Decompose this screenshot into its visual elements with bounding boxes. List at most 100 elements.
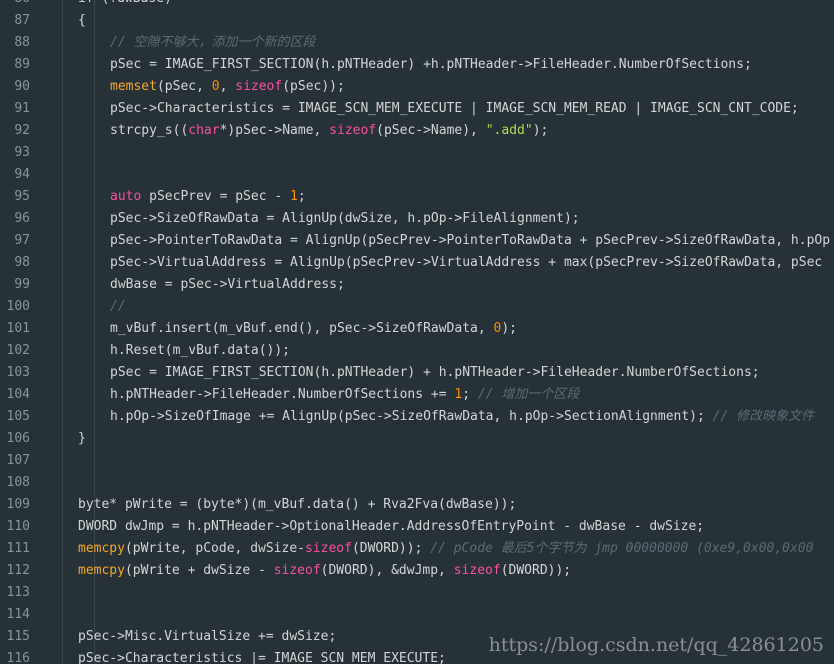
code-line[interactable]: memset(pSec, 0, sizeof(pSec));	[110, 76, 345, 98]
code-line[interactable]: memcpy(pWrite, pCode, dwSize-sizeof(DWOR…	[78, 538, 813, 560]
line-number: 98	[14, 255, 30, 270]
code-line[interactable]: dwBase = pSec->VirtualAddress;	[110, 274, 345, 296]
indent-guide	[62, 0, 63, 664]
code-token-plain: pSec->VirtualAddress = AlignUp(pSecPrev-…	[110, 255, 823, 270]
code-token-func: memset	[110, 79, 157, 94]
code-token-plain: (DWORD));	[500, 563, 572, 578]
code-line[interactable]: pSec = IMAGE_FIRST_SECTION(h.pNTHeader) …	[110, 362, 760, 384]
code-token-plain: (DWORD));	[351, 541, 431, 556]
line-number: 89	[14, 57, 30, 72]
code-token-func: memcpy	[78, 541, 125, 556]
code-token-plain: byte* pWrite = (byte*)(m_vBuf.data() + R…	[78, 497, 517, 512]
code-token-plain: pSec->Characteristics = IMAGE_SCN_MEM_EX…	[110, 101, 799, 116]
line-number: 99	[14, 277, 30, 292]
line-number: 97	[14, 233, 30, 248]
code-token-plain: pSec = IMAGE_FIRST_SECTION(h.pNTHeader) …	[110, 365, 760, 380]
code-token-plain: pSec->Characteristics |= IMAGE_SCN_MEM_E…	[78, 651, 446, 664]
code-line[interactable]: pSec->Characteristics = IMAGE_SCN_MEM_EX…	[110, 98, 799, 120]
code-token-number: 1	[290, 189, 298, 204]
code-token-plain: h.pOp->SizeOfImage += AlignUp(pSec->Size…	[110, 409, 713, 424]
code-token-plain: pSec = IMAGE_FIRST_SECTION(h.pNTHeader) …	[110, 57, 752, 72]
code-line[interactable]: pSec->PointerToRawData = AlignUp(pSecPre…	[110, 230, 830, 252]
code-line[interactable]: //	[110, 296, 126, 318]
code-token-keyword: sizeof	[304, 541, 352, 556]
code-token-plain: pSec->Misc.VirtualSize += dwSize;	[78, 629, 337, 644]
code-line[interactable]: if (!dwBase)	[78, 0, 172, 10]
watermark: https://blog.csdn.net/qq_42861205	[488, 634, 824, 656]
line-number: 91	[14, 101, 30, 116]
line-number: 93	[14, 145, 30, 160]
line-number: 106	[6, 431, 30, 446]
code-token-plain: m_vBuf.insert(m_vBuf.end(), pSec->SizeOf…	[110, 321, 494, 336]
line-number: 113	[6, 585, 30, 600]
code-token-plain: (pWrite, pCode, dwSize-	[124, 541, 305, 556]
code-line[interactable]: // 空隙不够大，添加一个新的区段	[110, 32, 315, 54]
code-line[interactable]: pSec->VirtualAddress = AlignUp(pSecPrev-…	[110, 252, 822, 274]
code-token-func: memcpy	[78, 563, 125, 578]
code-token-plain: ,	[219, 79, 236, 94]
code-line[interactable]: pSec->SizeOfRawData = AlignUp(dwSize, h.…	[110, 208, 580, 230]
line-number: 111	[6, 541, 30, 556]
code-line[interactable]: }	[78, 428, 86, 450]
line-number: 103	[6, 365, 30, 380]
code-line[interactable]: byte* pWrite = (byte*)(m_vBuf.data() + R…	[78, 494, 516, 516]
code-token-comment: //	[110, 299, 126, 314]
code-token-keyword: auto	[110, 189, 142, 204]
line-number: 100	[6, 299, 30, 314]
code-line[interactable]: memcpy(pWrite + dwSize - sizeof(DWORD), …	[78, 560, 571, 582]
line-number: 96	[14, 211, 30, 226]
code-token-plain: ;	[297, 189, 306, 204]
code-token-comment: // 修改映象文件	[712, 409, 815, 424]
code-token-plain: h.Reset(m_vBuf.data());	[110, 343, 291, 358]
code-token-plain: h.pNTHeader->FileHeader.NumberOfSections…	[110, 387, 455, 402]
code-token-plain: pSec->PointerToRawData = AlignUp(pSecPre…	[110, 233, 831, 248]
code-token-plain: );	[501, 321, 517, 336]
line-number: 94	[14, 167, 30, 182]
code-line[interactable]: pSec->Misc.VirtualSize += dwSize;	[78, 626, 336, 648]
code-line[interactable]: {	[78, 10, 86, 32]
code-token-plain: dwBase = pSec->VirtualAddress;	[110, 277, 345, 292]
line-number: 95	[14, 189, 30, 204]
line-number: 90	[14, 79, 30, 94]
line-number: 87	[14, 13, 30, 28]
code-token-keyword: char	[188, 123, 220, 138]
code-token-plain: {	[78, 13, 86, 28]
line-number: 115	[6, 629, 30, 644]
code-line[interactable]: h.pNTHeader->FileHeader.NumberOfSections…	[110, 384, 579, 406]
code-token-plain: }	[78, 431, 86, 446]
code-token-plain: );	[532, 123, 549, 138]
code-token-plain: strcpy_s((	[110, 123, 189, 138]
code-line[interactable]: m_vBuf.insert(m_vBuf.end(), pSec->SizeOf…	[110, 318, 517, 340]
code-token-keyword: sizeof	[329, 123, 377, 138]
code-token-plain: (pSec));	[282, 79, 345, 94]
line-number: 112	[6, 563, 30, 578]
code-token-keyword: sizeof	[453, 563, 501, 578]
line-number: 104	[6, 387, 30, 402]
line-number: 92	[14, 123, 30, 138]
code-token-plain: DWORD dwJmp = h.pNTHeader->OptionalHeade…	[78, 519, 705, 534]
code-token-plain: (pSec,	[156, 79, 212, 94]
code-line[interactable]: auto pSecPrev = pSec - 1;	[110, 186, 306, 208]
code-line[interactable]: DWORD dwJmp = h.pNTHeader->OptionalHeade…	[78, 516, 704, 538]
line-number-gutter: 86 87 88 89 90 91 92 93 94 95 96 97 98 99 100 101 102 103…	[0, 0, 46, 664]
line-number: 86	[0, 0, 30, 10]
code-line[interactable]: strcpy_s((char*)pSec->Name, sizeof(pSec-…	[110, 120, 548, 142]
line-number: 88	[14, 35, 30, 50]
code-line[interactable]: h.pOp->SizeOfImage += AlignUp(pSec->Size…	[110, 406, 814, 428]
code-editor[interactable]: 86 87 88 89 90 91 92 93 94 95 96 97 98 99 100 101 102 103…	[0, 0, 834, 664]
line-number: 114	[6, 607, 30, 622]
code-token-comment: // 空隙不够大，添加一个新的区段	[110, 35, 316, 50]
line-number: 116	[6, 651, 30, 664]
line-number: 109	[6, 497, 30, 512]
code-line[interactable]: h.Reset(m_vBuf.data());	[110, 340, 290, 362]
line-number: 110	[6, 519, 30, 534]
code-token-comment: // 增加一个区段	[477, 387, 580, 402]
code-token-plain: pSecPrev = pSec -	[141, 189, 291, 204]
code-token-plain: ;	[462, 387, 478, 402]
code-line[interactable]: pSec->Characteristics |= IMAGE_SCN_MEM_E…	[78, 648, 446, 664]
line-number: 107	[6, 453, 30, 468]
code-line[interactable]: pSec = IMAGE_FIRST_SECTION(h.pNTHeader) …	[110, 54, 752, 76]
code-token-plain: if (!dwBase)	[78, 0, 172, 6]
line-number: 102	[6, 343, 30, 358]
code-token-comment: // pCode 最后5个字节为 jmp 00000000 (0xe9,0x00…	[430, 541, 814, 556]
